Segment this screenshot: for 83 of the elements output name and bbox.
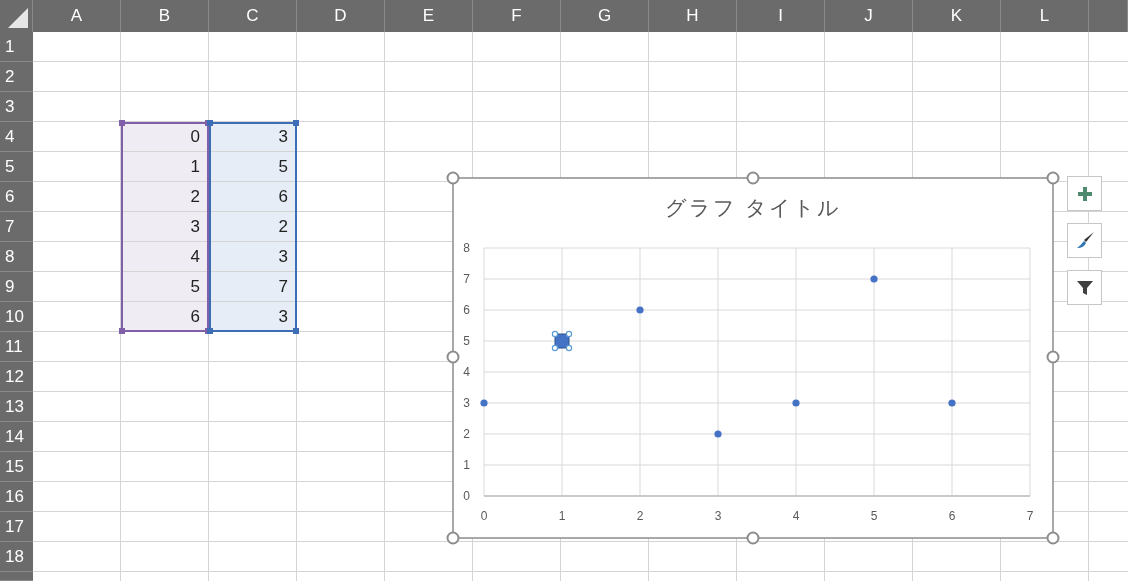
plus-icon [1077, 186, 1092, 201]
column-header[interactable]: C [209, 0, 297, 32]
row-header[interactable]: 10 [0, 302, 33, 332]
resize-handle[interactable] [446, 531, 460, 545]
x-tick-label: 4 [792, 509, 800, 523]
y-tick-label: 3 [463, 396, 470, 410]
y-tick-label: 7 [463, 272, 470, 286]
y-tick-label: 2 [463, 427, 470, 441]
column-header[interactable]: K [913, 0, 1001, 32]
row-header[interactable]: 12 [0, 362, 33, 392]
table-cell: 5 [121, 272, 209, 302]
column-header[interactable]: F [473, 0, 561, 32]
resize-handle[interactable] [746, 531, 760, 545]
column-header[interactable]: H [649, 0, 737, 32]
x-tick-label: 6 [948, 509, 956, 523]
table-cell: 5 [209, 152, 297, 182]
row-header[interactable]: 7 [0, 212, 33, 242]
x-tick-label: 1 [558, 509, 566, 523]
select-all-icon[interactable] [7, 7, 29, 29]
column-header[interactable]: G [561, 0, 649, 32]
table-cell: 3 [209, 302, 297, 332]
y-tick-label: 0 [463, 489, 470, 503]
table-cell: 6 [121, 302, 209, 332]
chart-filter-button[interactable] [1067, 270, 1102, 305]
y-tick-label: 1 [463, 458, 470, 472]
column-header[interactable]: A [33, 0, 121, 32]
row-header[interactable]: 18 [0, 542, 33, 572]
row-header[interactable]: 5 [0, 152, 33, 182]
row-header[interactable]: 6 [0, 182, 33, 212]
resize-handle[interactable] [746, 171, 760, 185]
table-cell: 2 [209, 212, 297, 242]
column-header[interactable]: B [121, 0, 209, 32]
y-tick-label: 6 [463, 303, 470, 317]
row-header[interactable]: 16 [0, 482, 33, 512]
row-header[interactable]: 9 [0, 272, 33, 302]
table-cell: 0 [121, 122, 209, 152]
column-header[interactable]: I [737, 0, 825, 32]
x-tick-label: 3 [714, 509, 722, 523]
table-cell: 3 [209, 122, 297, 152]
row-header[interactable]: 17 [0, 512, 33, 542]
selected-data-point[interactable] [551, 330, 573, 352]
column-header[interactable]: L [1001, 0, 1089, 32]
column-header[interactable]: J [825, 0, 913, 32]
table-cell: 3 [121, 212, 209, 242]
resize-handle[interactable] [1046, 171, 1060, 185]
resize-handle[interactable] [1046, 350, 1060, 364]
x-tick-label: 2 [636, 509, 644, 523]
table-cell: 1 [121, 152, 209, 182]
row-header[interactable]: 13 [0, 392, 33, 422]
row-header[interactable]: 4 [0, 122, 33, 152]
row-header[interactable]: 2 [0, 62, 33, 92]
data-point[interactable] [636, 306, 644, 314]
column-header[interactable]: E [385, 0, 473, 32]
table-cell: 6 [209, 182, 297, 212]
row-header[interactable]: 15 [0, 452, 33, 482]
resize-handle[interactable] [1046, 531, 1060, 545]
table-cell: 7 [209, 272, 297, 302]
resize-handle[interactable] [446, 350, 460, 364]
data-point[interactable] [792, 399, 800, 407]
x-tick-label: 7 [1026, 509, 1034, 523]
filter-icon [1075, 278, 1094, 297]
data-point[interactable] [480, 399, 488, 407]
row-header[interactable]: 1 [0, 32, 33, 62]
row-header[interactable]: 14 [0, 422, 33, 452]
add-element-button[interactable] [1067, 176, 1102, 211]
x-tick-label: 0 [480, 509, 488, 523]
chart-style-button[interactable] [1067, 223, 1102, 258]
table-cell: 2 [121, 182, 209, 212]
resize-handle[interactable] [446, 171, 460, 185]
y-tick-label: 8 [463, 241, 470, 255]
row-header[interactable]: 11 [0, 332, 33, 362]
x-tick-label: 5 [870, 509, 878, 523]
column-header[interactable]: D [297, 0, 385, 32]
y-tick-label: 4 [463, 365, 470, 379]
chart-title[interactable]: グラフ タイトル [664, 196, 842, 220]
data-point[interactable] [870, 275, 878, 283]
y-tick-label: 5 [463, 334, 470, 348]
table-cell: 3 [209, 242, 297, 272]
row-header[interactable]: 8 [0, 242, 33, 272]
data-point[interactable] [714, 430, 722, 438]
data-point[interactable] [948, 399, 956, 407]
table-cell: 4 [121, 242, 209, 272]
row-header[interactable]: 3 [0, 92, 33, 122]
